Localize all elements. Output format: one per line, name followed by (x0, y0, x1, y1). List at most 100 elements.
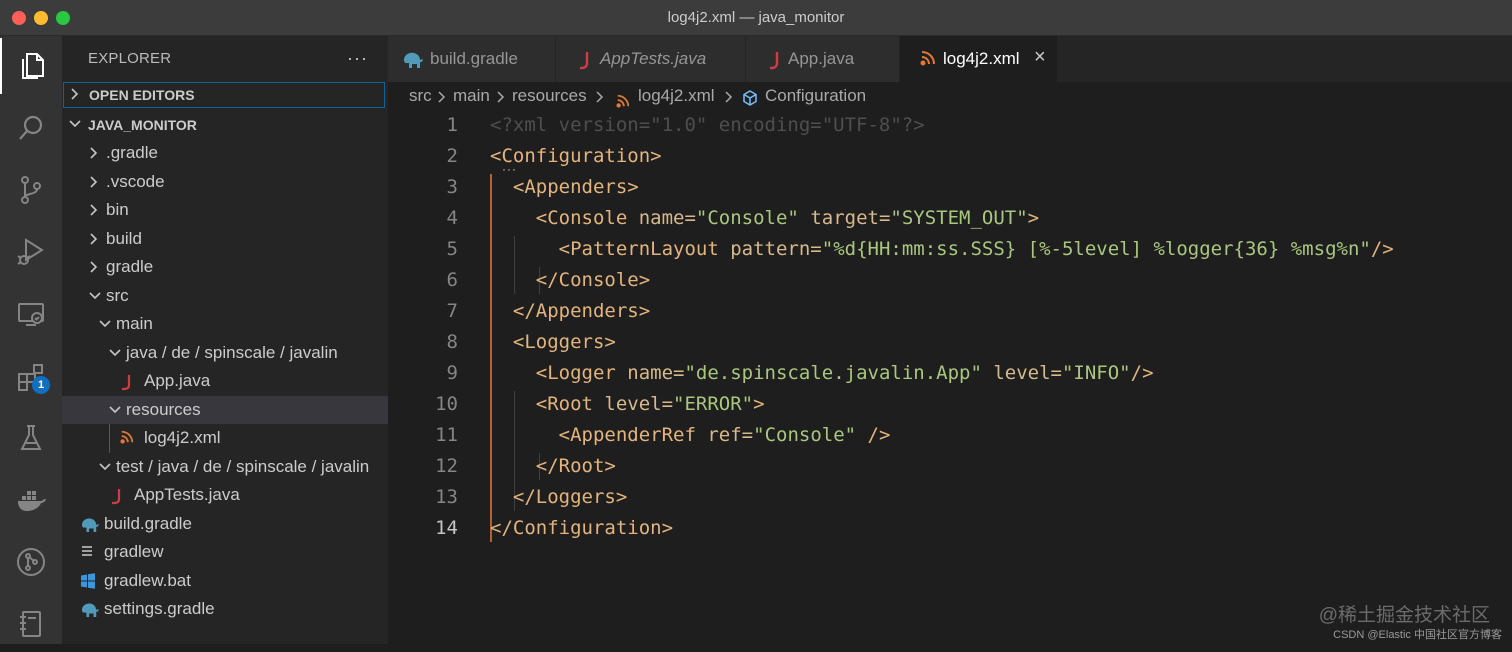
open-editors-section[interactable]: OPEN EDITORS (63, 82, 385, 108)
tree-folder-row[interactable]: bin (62, 196, 388, 224)
gradle-elephant-icon (80, 601, 99, 619)
folded-indicator: ··· (502, 162, 517, 176)
tree-file-row[interactable]: AppTests.java (62, 481, 388, 509)
line-number: 2 (446, 145, 458, 167)
tree-item-label: gradlew.bat (104, 570, 191, 590)
tree-item-label: settings.gradle (104, 599, 215, 618)
code-token: <Appenders> (512, 176, 639, 198)
remote-explorer-icon[interactable] (0, 286, 62, 342)
tree-item-label: App.java (144, 371, 211, 390)
chevron-right-icon (437, 82, 447, 113)
java-icon (110, 487, 128, 505)
windows-icon (80, 572, 98, 591)
tree-folder-row[interactable]: main (62, 310, 388, 338)
project-section[interactable]: JAVA_MONITOR (62, 111, 388, 139)
line-number: 10 (435, 393, 458, 415)
line-number: 5 (446, 238, 458, 260)
tree-item-label: gradlew (104, 542, 164, 561)
code-editor[interactable]: 1 2 3 4 5 6 7 8 9 10 11 12 13 14 <?xml version="1.0" … (388, 110, 1512, 644)
chevron-down-icon (98, 317, 114, 331)
xml-feed-icon (120, 430, 138, 448)
tab-build-gradle[interactable]: build.gradle (388, 36, 556, 82)
chevron-right-icon (88, 202, 104, 218)
tree-folder-row[interactable]: .gradle (62, 139, 388, 167)
code-line: <AppenderRef ref="Console" /> (490, 420, 891, 451)
tree-item-label: build.gradle (104, 513, 192, 533)
tab-label: AppTests.java (600, 49, 707, 68)
tree-item-label: .vscode (106, 171, 165, 191)
tree-file-row[interactable]: build.gradle (62, 510, 388, 538)
code-token: "SYSTEM_OUT" (890, 207, 1028, 229)
code-token: name= (638, 207, 696, 229)
breadcrumb-main[interactable]: main (453, 82, 490, 110)
chevron-right-icon (88, 145, 104, 161)
code-line: </Console> (490, 265, 650, 296)
testing-icon[interactable] (0, 410, 62, 466)
code-token: /> (856, 424, 891, 446)
code-token: </Appenders> (512, 300, 651, 322)
extensions-badge: 1 (32, 376, 50, 394)
close-tab-icon[interactable]: × (1034, 46, 1046, 69)
tree-file-row[interactable]: log4j2.xml (62, 424, 388, 452)
code-line: </Root> (490, 451, 616, 482)
tree-folder-row[interactable]: java / de / spinscale / javalin (62, 339, 388, 367)
more-actions-icon[interactable]: ··· (347, 48, 368, 69)
breadcrumb-resources[interactable]: resources (512, 82, 587, 110)
tree-item-label: main (116, 314, 153, 333)
source-control-icon[interactable] (0, 162, 62, 218)
tree-item-label: log4j2.xml (144, 428, 221, 447)
line-number: 9 (446, 362, 458, 384)
search-icon[interactable] (0, 100, 62, 156)
line-number: 13 (435, 486, 458, 508)
code-token: "%d{HH:mm:ss.SSS} [%-5level] %logger{36}… (821, 238, 1371, 260)
code-line: </Configuration> (490, 513, 673, 544)
lines-icon (80, 544, 98, 562)
code-token: level= (981, 362, 1062, 384)
tab-label: App.java (788, 49, 855, 68)
code-token: /> (1370, 238, 1394, 260)
docker-icon[interactable] (0, 472, 62, 528)
code-token: "ERROR" (673, 393, 754, 415)
gradle-elephant-icon (402, 50, 423, 70)
code-line: <Appenders> (490, 172, 639, 203)
explorer-header: EXPLORER (88, 50, 172, 67)
tree-folder-row[interactable]: build (62, 225, 388, 253)
window-title: log4j2.xml — java_monitor (667, 9, 845, 26)
title-bar: log4j2.xml — java_monitor (0, 0, 1512, 36)
tree-file-row[interactable]: settings.gradle (62, 595, 388, 623)
breadcrumb-file[interactable]: log4j2.xml (638, 82, 715, 110)
open-editors-label: OPEN EDITORS (89, 87, 195, 103)
tree-folder-row[interactable]: .vscode (62, 168, 388, 196)
code-token: <Console (535, 207, 639, 229)
tree-folder-row[interactable]: src (62, 282, 388, 310)
tree-file-row[interactable]: App.java (62, 367, 388, 395)
tab-app-java[interactable]: App.java (746, 36, 900, 82)
extensions-icon[interactable]: 1 (0, 348, 62, 404)
chevron-right-icon (724, 82, 734, 113)
git-graph-icon[interactable] (0, 534, 62, 590)
tab-apptests-java[interactable]: AppTests.java (556, 36, 746, 82)
project-label: JAVA_MONITOR (88, 117, 197, 133)
code-line: <?xml version="1.0" encoding="UTF-8"?> (490, 110, 925, 141)
code-token: <AppenderRef (558, 424, 708, 446)
tree-file-row[interactable]: gradlew.bat (62, 567, 388, 595)
tab-label: build.gradle (430, 49, 518, 68)
breadcrumb-symbol[interactable]: Configuration (765, 82, 866, 110)
tree-item-label: AppTests.java (134, 485, 240, 504)
tree-folder-row[interactable]: resources (62, 395, 388, 424)
tree-folder-row[interactable]: test / java / de / spinscale / javalin (62, 453, 388, 481)
java-icon (578, 50, 598, 70)
code-token: </Root> (535, 455, 616, 477)
line-number: 14 (435, 517, 458, 539)
run-debug-icon[interactable] (0, 224, 62, 280)
tree-folder-row[interactable]: gradle (62, 253, 388, 281)
breadcrumb-src[interactable]: src (409, 82, 432, 110)
explorer-icon[interactable] (0, 38, 62, 94)
chevron-down-icon (98, 460, 114, 474)
tab-log4j2-xml[interactable]: log4j2.xml × (900, 36, 1058, 82)
tree-file-row[interactable]: gradlew (62, 538, 388, 566)
tree-item-label: java / de / spinscale / javalin (126, 342, 338, 362)
breadcrumb: src main resources log4j2.xml Configurat… (388, 82, 1512, 110)
